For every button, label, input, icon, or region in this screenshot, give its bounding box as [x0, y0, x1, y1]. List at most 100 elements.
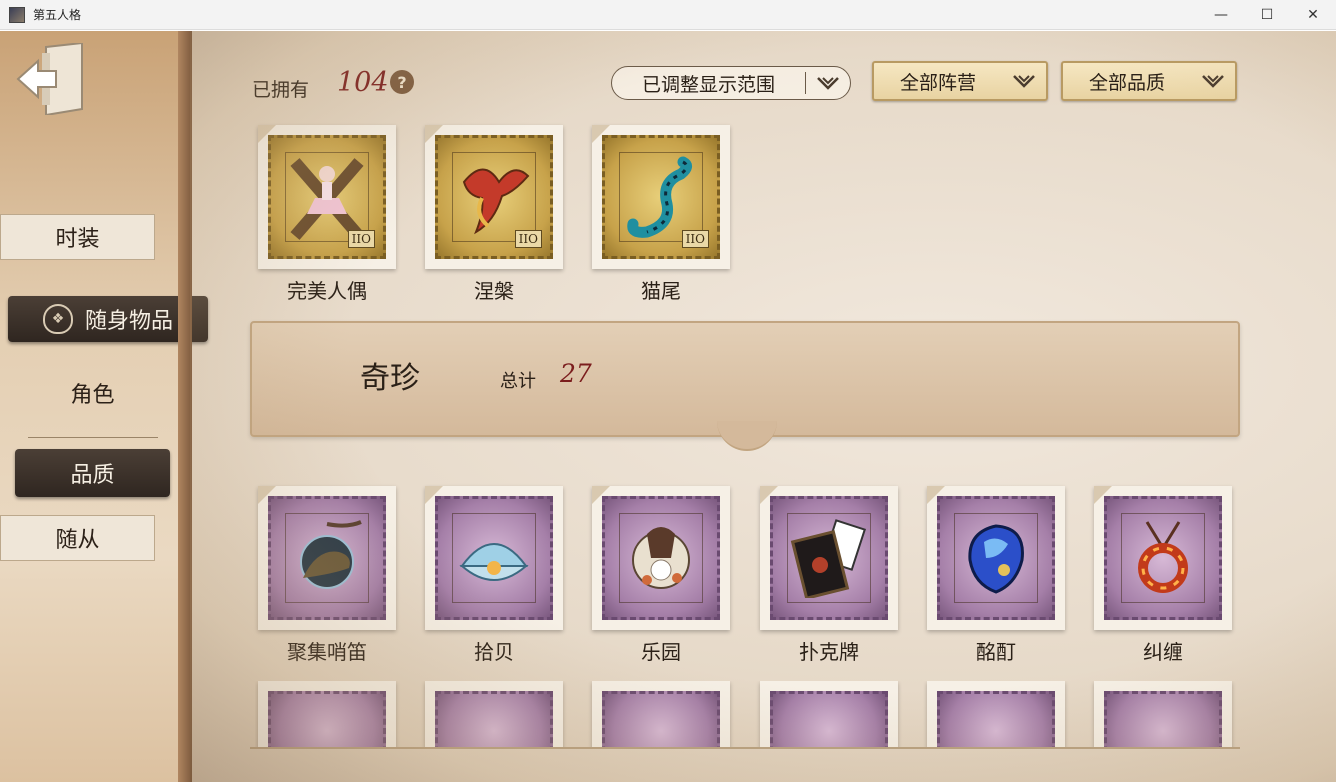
tab-character[interactable]: 角色 [20, 373, 165, 413]
item-card-partial[interactable] [927, 681, 1065, 749]
app-icon [9, 6, 25, 23]
gold-stamp: IIO [435, 135, 553, 259]
quality-dropdown-label: 全部品质 [1088, 71, 1165, 94]
item-name: 聚集哨笛 [287, 640, 367, 664]
item-name: 完美人偶 [287, 279, 367, 303]
stamp-tag: IIO [347, 230, 375, 248]
purple-stamp [435, 691, 553, 749]
stamp-frame [425, 486, 563, 630]
chevron-down-icon [1002, 74, 1046, 88]
purple-stamp [268, 691, 386, 749]
exit-icon[interactable] [16, 41, 86, 117]
maximize-button[interactable]: ☐ [1244, 0, 1290, 30]
owned-count: 104 [337, 67, 389, 98]
minimize-button[interactable]: — [1198, 0, 1244, 30]
crystal-heart-icon [968, 524, 1024, 594]
gold-stamp: IIO [268, 135, 386, 259]
item-grid-next-row [255, 681, 1240, 749]
doll-icon [290, 158, 364, 240]
owned-label: 已拥有 [252, 79, 310, 101]
sidebar: 时装 ❖ 随身物品 角色 品质 随从 [0, 31, 208, 782]
help-icon[interactable]: ? [390, 70, 414, 94]
range-dropdown[interactable]: 已调整显示范围 [611, 66, 851, 100]
item-card-partial[interactable] [1094, 681, 1232, 749]
tab-quality-label: 品质 [70, 463, 115, 488]
item-card-partial[interactable] [258, 681, 396, 749]
item-card-partial[interactable] [425, 681, 563, 749]
item-card-partial[interactable] [760, 681, 898, 749]
tab-costume[interactable]: 时装 [0, 214, 155, 260]
purple-stamp [1104, 496, 1222, 620]
rarity-banner: 奇珍 总计 27 [250, 321, 1240, 451]
chevron-down-icon [806, 76, 850, 90]
tab-costume-label: 时装 [55, 227, 100, 252]
shell-icon [459, 543, 529, 581]
rarity-total: 27 [560, 359, 592, 388]
item-name: 拾贝 [474, 640, 514, 664]
item-name: 乐园 [641, 640, 681, 664]
tab-character-label: 角色 [70, 383, 115, 408]
chevron-down-icon [1191, 74, 1235, 88]
tab-accessories-label: 随身物品 [84, 309, 173, 334]
item-name: 涅槃 [474, 279, 514, 303]
camp-dropdown-label: 全部阵营 [899, 71, 976, 94]
tab-follower[interactable]: 随从 [0, 515, 155, 561]
purple-stamp [602, 496, 720, 620]
sidebar-divider [28, 437, 158, 438]
item-card[interactable]: IIO 涅槃 [425, 125, 563, 304]
stamp-frame [1094, 486, 1232, 630]
window-controls: — ☐ ✕ [1198, 0, 1336, 30]
window-title: 第五人格 [33, 8, 82, 22]
stamp-frame [592, 486, 730, 630]
stamp-frame [927, 486, 1065, 630]
tab-follower-label: 随从 [55, 528, 100, 553]
item-card[interactable]: 乐园 [592, 486, 730, 665]
purple-stamp [770, 496, 888, 620]
item-name: 扑克牌 [799, 640, 859, 664]
gold-stamp: IIO [602, 135, 720, 259]
cat-tail-icon [627, 156, 692, 238]
purple-stamp [937, 691, 1055, 749]
shield-icon: ❖ [42, 304, 73, 334]
bottom-divider [250, 747, 1240, 749]
stamp-frame: IIO [258, 125, 396, 269]
purple-stamp [602, 691, 720, 749]
stamp-frame: IIO [592, 125, 730, 269]
item-name: 纠缠 [1143, 640, 1183, 664]
item-name: 酩酊 [976, 640, 1016, 664]
quality-dropdown[interactable]: 全部品质 [1061, 61, 1237, 101]
stamp-frame [760, 486, 898, 630]
item-name: 猫尾 [641, 279, 681, 303]
item-card[interactable]: 拾贝 [425, 486, 563, 665]
item-card[interactable]: IIO 完美人偶 [258, 125, 396, 304]
stamp-tag: IIO [681, 230, 709, 248]
close-button[interactable]: ✕ [1290, 0, 1336, 30]
whistle-icon [300, 520, 362, 589]
phoenix-icon [462, 168, 530, 235]
item-card[interactable]: 聚集哨笛 [258, 486, 396, 665]
item-card[interactable]: 酩酊 [927, 486, 1065, 665]
purple-stamp [435, 496, 553, 620]
playing-cards-icon [790, 519, 867, 598]
rarity-title: 奇珍 [360, 361, 420, 396]
purple-stamp [268, 496, 386, 620]
rarity-total-label: 总计 [500, 371, 536, 392]
item-card[interactable]: 扑克牌 [760, 486, 898, 665]
stamp-frame: IIO [425, 125, 563, 269]
stamp-tag: IIO [514, 230, 542, 248]
purple-stamp [937, 496, 1055, 620]
item-card[interactable]: 纠缠 [1094, 486, 1232, 665]
item-card[interactable]: IIO 猫尾 [592, 125, 730, 304]
paradise-icon [632, 527, 690, 589]
purple-stamp [770, 691, 888, 749]
camp-dropdown[interactable]: 全部阵营 [872, 61, 1048, 101]
sidebar-border [178, 31, 192, 782]
stamp-frame [258, 486, 396, 630]
game-view: 时装 ❖ 随身物品 角色 品质 随从 已拥有 104 ? 已调整显示范围 全部阵… [0, 31, 1336, 782]
window-titlebar: 第五人格 — ☐ ✕ [0, 0, 1336, 30]
tab-quality[interactable]: 品质 [15, 449, 170, 497]
item-card-partial[interactable] [592, 681, 730, 749]
purple-stamp [1104, 691, 1222, 749]
range-dropdown-label: 已调整显示范围 [641, 73, 775, 96]
ring-pendant-icon [1138, 521, 1188, 593]
